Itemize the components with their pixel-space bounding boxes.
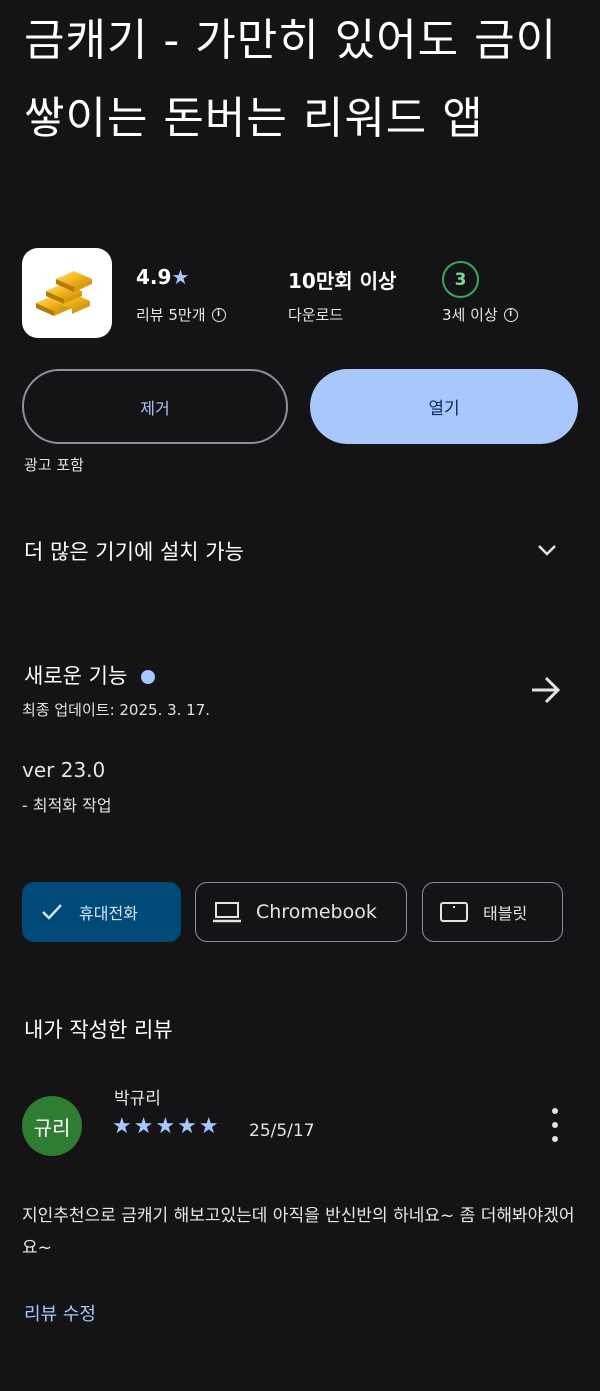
device-tab-label: Chromebook	[256, 901, 377, 923]
reviews-label: 리뷰 5만개	[136, 306, 206, 324]
rating-value: 4.9	[136, 265, 172, 289]
tablet-icon	[440, 902, 468, 922]
gold-bars-icon	[22, 248, 112, 338]
info-icon: i	[211, 307, 226, 322]
release-notes: - 최적화 작업	[22, 796, 112, 815]
review-stars: ★★★★★	[112, 1114, 221, 1139]
device-tab-label: 태블릿	[483, 904, 528, 923]
reviews-count[interactable]: 리뷰 5만개 i	[136, 304, 226, 325]
rating-stat: 4.9★	[136, 265, 189, 289]
open-button[interactable]: 열기	[310, 369, 578, 444]
downloads-label: 다운로드	[288, 306, 344, 324]
chevron-down-icon[interactable]	[535, 538, 559, 562]
edit-review-link[interactable]: 리뷰 수정	[24, 1300, 96, 1326]
version: ver 23.0	[22, 758, 106, 782]
downloads-value: 10만회 이상	[288, 269, 397, 293]
avatar: 규리	[22, 1096, 82, 1156]
arrow-right-icon[interactable]	[528, 672, 564, 708]
laptop-icon	[213, 902, 241, 923]
review-date: 25/5/17	[249, 1121, 315, 1141]
new-indicator-dot	[141, 670, 156, 684]
age-label: 3세 이상	[442, 306, 498, 324]
review-author: 박규리	[114, 1089, 161, 1109]
device-tab-phone[interactable]: 휴대전화	[22, 882, 181, 942]
age-rating[interactable]: 3세 이상 i	[442, 304, 518, 325]
device-tab-label: 휴대전화	[79, 904, 138, 923]
device-tab-chromebook[interactable]: Chromebook	[195, 882, 407, 942]
device-tab-tablet[interactable]: 태블릿	[422, 882, 563, 942]
more-vert-icon[interactable]	[548, 1108, 562, 1142]
last-updated: 최종 업데이트: 2025. 3. 17.	[22, 701, 211, 719]
star-icon: ★	[171, 265, 190, 289]
age-rating-badge: 3	[442, 261, 479, 298]
more-devices-label[interactable]: 더 많은 기기에 설치 가능	[24, 536, 244, 566]
whats-new-label: 새로운 기능	[24, 664, 128, 688]
check-icon	[42, 904, 62, 920]
review-text: 지인추천으로 금캐기 해보고있는데 아직을 반신반의 하네요~ 좀 더해봐야겠어…	[22, 1206, 575, 1258]
my-review-title: 내가 작성한 리뷰	[24, 1018, 173, 1042]
ads-notice: 광고 포함	[24, 456, 84, 474]
info-icon: i	[503, 307, 518, 322]
whats-new-title[interactable]: 새로운 기능	[24, 660, 156, 690]
uninstall-button[interactable]: 제거	[22, 369, 288, 444]
app-title: 금캐기 - 가만히 있어도 금이 쌓이는 돈버는 리워드 앱	[24, 15, 558, 144]
